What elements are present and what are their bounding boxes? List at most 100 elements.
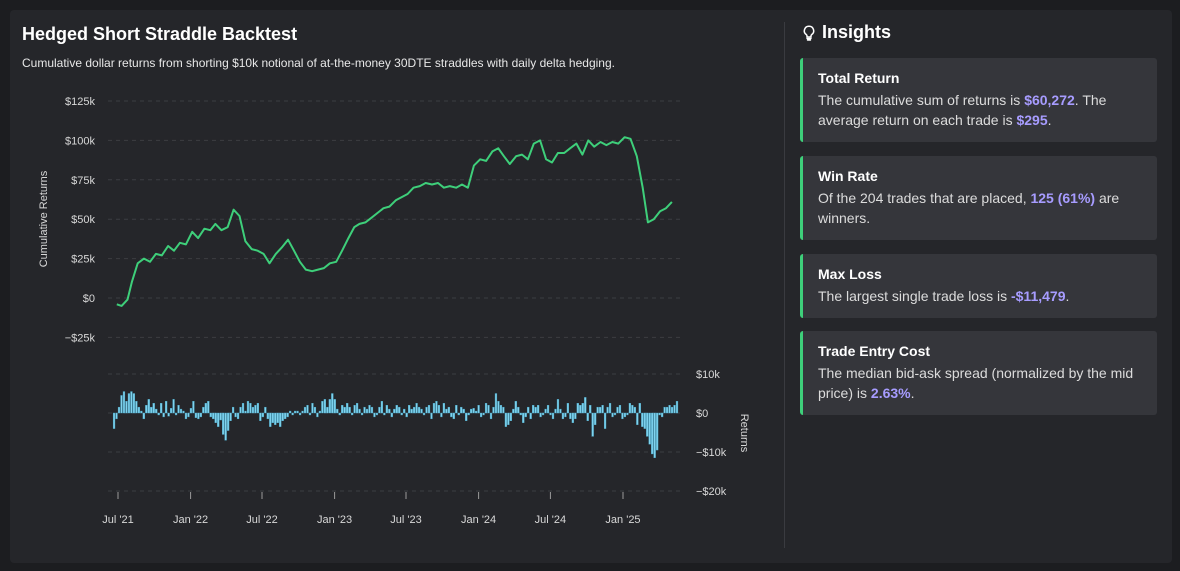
return-bar <box>618 405 622 414</box>
return-bar <box>522 412 525 423</box>
lightbulb-icon <box>803 24 815 41</box>
return-bar <box>373 412 376 418</box>
chart-svg: −$25k $0 $25k $50k $75k $100k $125k Cumulative … <box>38 96 750 526</box>
return-bar <box>390 412 393 418</box>
return-bar <box>599 406 602 414</box>
insight-heading: Win Rate <box>818 168 878 184</box>
return-bar <box>544 408 547 414</box>
return-bar <box>368 405 371 414</box>
return-bar <box>321 401 324 414</box>
return-bar <box>229 412 232 422</box>
insight-text: The cumulative sum of returns is <box>818 92 1025 108</box>
return-bar <box>323 399 326 414</box>
return-bar <box>261 412 264 418</box>
return-bar <box>313 406 317 414</box>
return-bar <box>365 408 369 414</box>
return-bar <box>341 405 344 414</box>
return-bar <box>289 410 292 414</box>
return-bar <box>527 406 530 414</box>
return-bar <box>591 412 594 437</box>
insight-heading: Max Loss <box>818 266 882 282</box>
return-bar <box>668 405 671 414</box>
return-bar <box>298 412 302 416</box>
return-bar <box>294 410 297 414</box>
return-bar <box>385 405 388 414</box>
x-tick-label: Jan '23 <box>317 514 352 526</box>
return-bar <box>670 406 674 414</box>
return-bar <box>430 412 433 420</box>
return-bar <box>529 412 532 420</box>
return-bar <box>608 403 612 414</box>
panel-divider <box>784 22 785 548</box>
return-bar <box>356 403 359 414</box>
return-bar <box>422 412 426 416</box>
x-tick-label: Jan '24 <box>461 514 496 526</box>
return-bar <box>648 412 651 445</box>
return-bar <box>408 405 411 414</box>
insight-highlight: 125 (61%) <box>1030 190 1096 206</box>
insight-text: Of the 204 trades that are placed, <box>818 190 1031 206</box>
insight-body: Of the 204 trades that are placed, 125 (… <box>818 188 1143 228</box>
return-bar <box>383 412 386 416</box>
return-bar <box>358 408 361 414</box>
return-bar <box>400 412 403 416</box>
y-tick-label: $10k <box>696 369 720 381</box>
return-bar <box>348 406 351 414</box>
return-bar <box>214 412 217 423</box>
return-bar <box>452 412 455 420</box>
insights-header: Insights <box>802 22 891 43</box>
return-bar <box>656 412 659 451</box>
return-bar <box>165 401 168 414</box>
insight-highlight: -$11,479 <box>1010 288 1066 304</box>
return-bar <box>537 405 540 414</box>
return-bar <box>331 393 334 414</box>
return-bar <box>549 412 552 416</box>
return-bar <box>120 395 123 414</box>
return-bar <box>333 399 336 414</box>
return-bar <box>256 403 259 414</box>
return-bar <box>202 406 205 414</box>
return-bar <box>417 406 421 414</box>
return-bar <box>145 405 148 414</box>
return-bar <box>479 412 483 418</box>
x-tick-label: Jul '22 <box>246 514 277 526</box>
return-bar <box>370 406 374 414</box>
return-bar <box>628 403 631 414</box>
return-bar <box>234 412 237 418</box>
y-axis-label-right: Returns <box>738 414 750 453</box>
return-bar <box>192 401 195 414</box>
return-bar <box>122 391 126 414</box>
y-tick-label: $50k <box>71 214 95 226</box>
return-bar <box>460 406 463 414</box>
return-bar <box>455 405 458 414</box>
return-bar <box>311 403 314 414</box>
return-bar <box>306 405 309 414</box>
return-bar <box>576 403 579 414</box>
return-bar <box>157 412 160 416</box>
return-bar <box>457 412 460 416</box>
insight-text: The largest single trade loss is <box>818 288 1011 304</box>
return-bar <box>246 401 250 414</box>
return-bar <box>259 412 262 422</box>
return-bar <box>673 405 676 414</box>
return-bar <box>427 405 431 414</box>
return-bar <box>616 406 619 414</box>
return-bar <box>470 408 473 414</box>
return-bar <box>147 399 150 414</box>
return-bar <box>244 410 247 414</box>
return-bar <box>231 406 235 414</box>
return-bar <box>316 412 319 418</box>
return-bar <box>264 406 267 414</box>
return-bar <box>199 412 202 418</box>
return-bar <box>194 412 197 418</box>
return-bar <box>405 412 408 418</box>
return-bar <box>514 401 517 414</box>
return-bar <box>482 412 485 416</box>
return-bar <box>160 403 163 414</box>
return-bar <box>606 406 609 414</box>
return-bar <box>638 403 641 414</box>
return-bar <box>271 412 274 423</box>
return-bar <box>462 408 465 414</box>
return-bar <box>336 408 339 414</box>
y-tick-label: $25k <box>71 254 95 266</box>
